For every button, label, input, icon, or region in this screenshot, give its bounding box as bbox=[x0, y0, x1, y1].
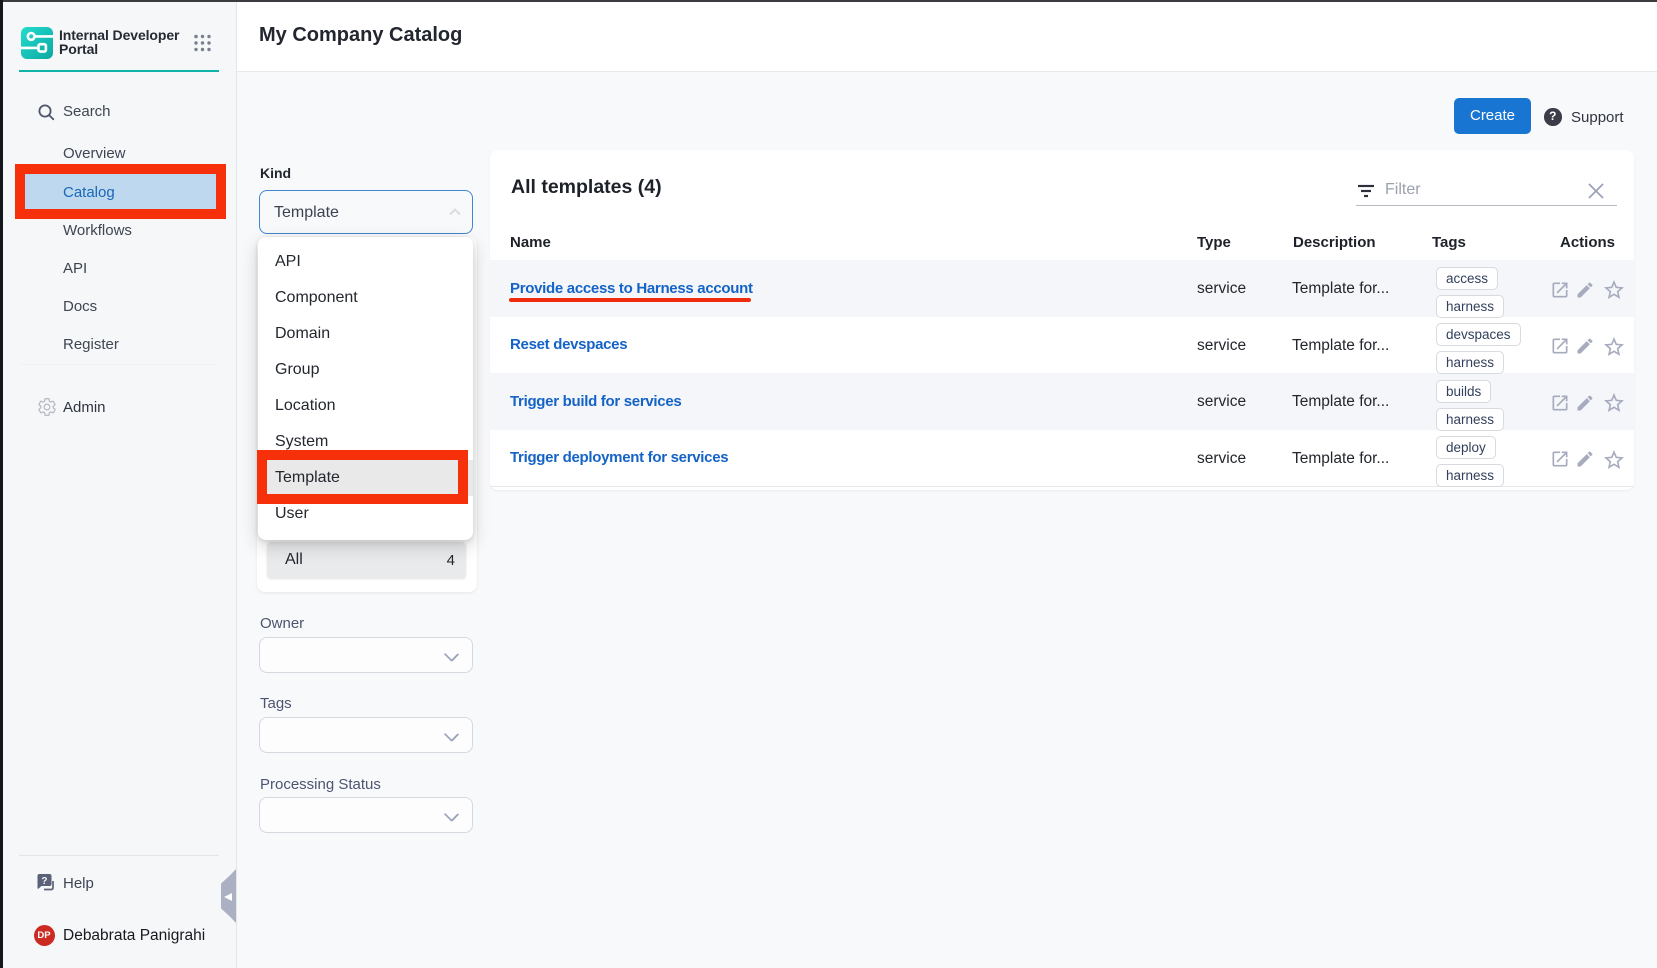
svg-text:?: ? bbox=[41, 876, 47, 887]
